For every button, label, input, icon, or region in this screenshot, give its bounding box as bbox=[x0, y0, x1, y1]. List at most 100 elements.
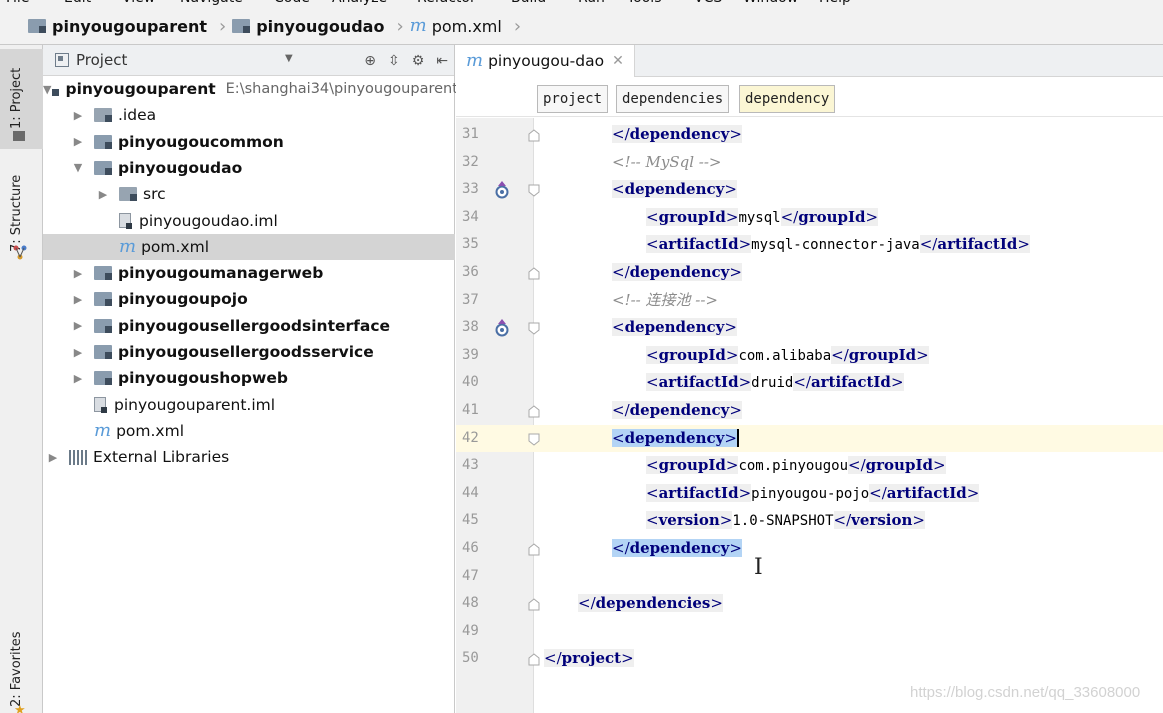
collapse-arrow-icon[interactable]: ▶ bbox=[70, 346, 86, 359]
menu-item[interactable]: Refactor bbox=[417, 0, 476, 6]
maven-dependency-icon[interactable] bbox=[494, 181, 510, 199]
line-number: 43 bbox=[462, 457, 479, 474]
tree-item[interactable]: ▶ pinyougousellergoodsservice bbox=[43, 339, 455, 365]
collapse-arrow-icon[interactable]: ▶ bbox=[70, 372, 86, 385]
menu-item[interactable]: Edit bbox=[64, 0, 91, 6]
code-text[interactable]: </dependencies> bbox=[578, 590, 723, 618]
favorites-tool-tab[interactable]: 2: Favorites ★ bbox=[0, 615, 43, 713]
collapse-arrow-icon[interactable]: ▶ bbox=[70, 319, 86, 332]
code-text[interactable]: <dependency> bbox=[612, 425, 739, 453]
settings-gear-icon[interactable]: ⚙ bbox=[412, 53, 425, 69]
breadcrumb-item-module[interactable]: pinyougoudao bbox=[232, 17, 384, 36]
menu-item[interactable]: View bbox=[122, 0, 155, 6]
xml-close-tag: </dependency> bbox=[612, 263, 742, 281]
menu-item[interactable]: Window bbox=[743, 0, 798, 6]
project-tool-tab[interactable]: 1: Project bbox=[0, 49, 43, 149]
fold-marker-icon[interactable] bbox=[528, 598, 540, 611]
tree-item[interactable]: pinyougoudao.iml bbox=[43, 208, 455, 234]
tree-item[interactable]: ▶ pinyougoupojo bbox=[43, 286, 455, 312]
hide-panel-icon[interactable]: ⇤ bbox=[436, 53, 448, 69]
tree-item[interactable]: ▶ pinyougoushopweb bbox=[43, 365, 455, 391]
tree-item[interactable]: ▶ src bbox=[43, 181, 455, 207]
scroll-from-source-icon[interactable]: ⊕ bbox=[364, 53, 376, 69]
tree-item[interactable]: ▶ .idea bbox=[43, 102, 455, 128]
tree-item[interactable]: ▶ pinyougoucommon bbox=[43, 129, 455, 155]
xml-breadcrumb-dependencies[interactable]: dependencies bbox=[616, 85, 730, 113]
code-text[interactable]: </dependency> bbox=[612, 535, 742, 563]
tree-item[interactable]: ▶ pinyougousellergoodsinterface bbox=[43, 313, 455, 339]
xml-tag-name: groupId bbox=[848, 345, 917, 364]
code-text[interactable]: <groupId>com.alibaba</groupId> bbox=[646, 342, 929, 371]
collapse-arrow-icon[interactable]: ▶ bbox=[95, 188, 111, 201]
breadcrumb-item-root[interactable]: pinyougouparent bbox=[28, 17, 207, 36]
code-text[interactable]: </dependency> bbox=[612, 259, 742, 287]
code-text[interactable]: </dependency> bbox=[612, 397, 742, 425]
breadcrumb-item-file[interactable]: m pom.xml bbox=[410, 17, 502, 36]
line-number: 34 bbox=[462, 208, 479, 225]
collapse-arrow-icon[interactable]: ▶ bbox=[45, 451, 61, 464]
menu-item[interactable]: VCS bbox=[694, 0, 722, 6]
fold-marker-icon[interactable] bbox=[528, 322, 540, 335]
tree-item[interactable]: ▼ pinyougoudao bbox=[43, 155, 455, 181]
collapse-arrow-icon[interactable]: ▶ bbox=[70, 293, 86, 306]
fold-marker-icon[interactable] bbox=[528, 405, 540, 418]
code-text[interactable]: </dependency> bbox=[612, 121, 742, 149]
code-text[interactable]: <dependency> bbox=[612, 176, 737, 204]
tree-item-label: pinyougoupojo bbox=[118, 290, 248, 309]
collapse-all-icon[interactable]: ⇳ bbox=[388, 53, 400, 69]
menu-item[interactable]: Tools bbox=[627, 0, 662, 6]
code-text[interactable]: <!-- 连接池 --> bbox=[612, 287, 718, 315]
xml-close-tag: </groupId> bbox=[780, 207, 879, 226]
fold-marker-icon[interactable] bbox=[528, 433, 540, 446]
close-icon[interactable]: ✕ bbox=[612, 53, 624, 69]
tree-item[interactable]: ▶ pinyougoumanagerweb bbox=[43, 260, 455, 286]
favorites-tool-tab-label: 2: Favorites bbox=[9, 631, 24, 707]
menu-item[interactable]: Help bbox=[819, 0, 851, 6]
menu-item[interactable]: File bbox=[6, 0, 29, 6]
fold-marker-icon[interactable] bbox=[528, 129, 540, 142]
menu-item[interactable]: Build bbox=[511, 0, 546, 6]
tree-item[interactable]: m pom.xml bbox=[43, 233, 455, 260]
expand-arrow-icon[interactable]: ▼ bbox=[70, 161, 86, 174]
collapse-arrow-icon[interactable]: ▶ bbox=[70, 135, 86, 148]
tree-item[interactable]: ▶ External Libraries bbox=[43, 444, 455, 470]
xml-breadcrumb-dependency[interactable]: dependency bbox=[739, 85, 836, 113]
tree-item[interactable]: pinyougouparent.iml bbox=[43, 392, 455, 418]
menu-item[interactable]: Run bbox=[578, 0, 605, 6]
code-text[interactable]: <version>1.0-SNAPSHOT</version> bbox=[646, 507, 925, 536]
menu-item[interactable]: Analyze bbox=[332, 0, 387, 6]
code-text[interactable]: </project> bbox=[544, 645, 634, 673]
code-line: 40 <artifactId>druid</artifactId> bbox=[456, 369, 1163, 397]
code-text[interactable]: <artifactId>pinyougou-pojo</artifactId> bbox=[646, 480, 980, 509]
code-text[interactable]: <groupId>com.pinyougou</groupId> bbox=[646, 452, 946, 481]
menu-item[interactable]: Navigate bbox=[180, 0, 243, 6]
xml-open-tag: <artifactId> bbox=[646, 483, 752, 502]
fold-marker-icon[interactable] bbox=[528, 653, 540, 666]
collapse-arrow-icon[interactable]: ▶ bbox=[70, 267, 86, 280]
project-panel-title[interactable]: Project bbox=[76, 51, 127, 69]
maven-dependency-icon[interactable] bbox=[494, 319, 510, 337]
tree-item[interactable]: ▼ pinyougouparent E:\shanghai34\pinyougoup… bbox=[43, 76, 458, 102]
code-text[interactable]: <dependency> bbox=[612, 314, 737, 342]
expand-arrow-icon[interactable]: ▼ bbox=[43, 83, 51, 96]
code-text[interactable]: <artifactId>druid</artifactId> bbox=[646, 369, 904, 398]
dropdown-arrow-icon[interactable]: ▼ bbox=[285, 53, 293, 64]
fold-marker-icon[interactable] bbox=[528, 267, 540, 280]
editor-tab-pom[interactable]: m pinyougou-dao ✕ bbox=[456, 45, 635, 77]
code-text[interactable]: <groupId>mysql</groupId> bbox=[646, 204, 879, 233]
maven-file-icon: m bbox=[409, 15, 427, 36]
xml-breadcrumb-project[interactable]: project bbox=[537, 85, 609, 113]
tree-item-path: E:\shanghai34\pinyougouparent bbox=[225, 81, 458, 97]
menu-item[interactable]: Code bbox=[274, 0, 310, 6]
fold-marker-icon[interactable] bbox=[528, 543, 540, 556]
code-text[interactable]: <!-- MySql --> bbox=[612, 149, 721, 177]
fold-marker-icon[interactable] bbox=[528, 184, 540, 197]
tree-item[interactable]: m pom.xml bbox=[43, 418, 455, 444]
line-number: 42 bbox=[462, 429, 479, 446]
xml-tag-name: groupId bbox=[798, 207, 866, 226]
structure-icon bbox=[13, 245, 27, 260]
structure-tool-tab[interactable]: 7: Structure bbox=[0, 157, 43, 267]
collapse-arrow-icon[interactable]: ▶ bbox=[70, 109, 86, 122]
module-folder-icon bbox=[94, 371, 112, 386]
code-text[interactable]: <artifactId>mysql-connector-java</artifa… bbox=[646, 231, 1030, 260]
